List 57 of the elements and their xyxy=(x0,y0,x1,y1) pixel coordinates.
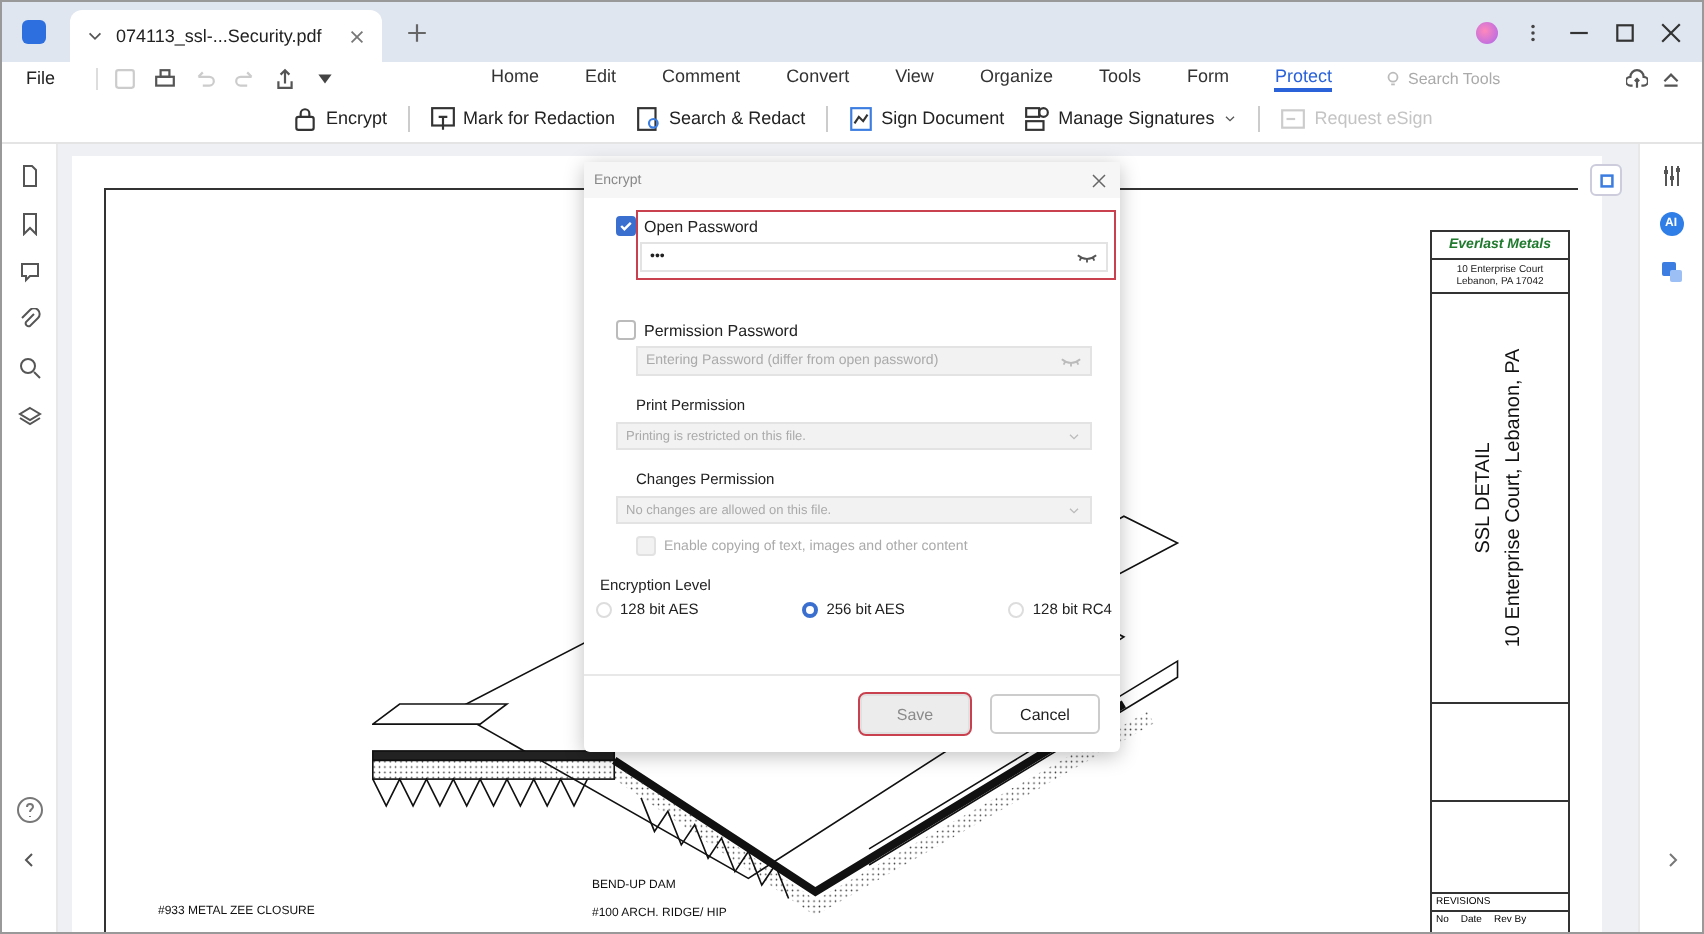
cloud-upload-icon[interactable] xyxy=(1626,67,1648,89)
paperclip-icon[interactable] xyxy=(17,308,41,332)
share-icon[interactable] xyxy=(273,67,296,89)
redact-icon xyxy=(429,105,456,131)
caret-icon xyxy=(1066,428,1082,444)
comment-icon[interactable] xyxy=(17,260,41,284)
bookmark-icon[interactable] xyxy=(17,212,41,236)
menu-tab[interactable]: Home xyxy=(491,64,540,92)
page-icon[interactable] xyxy=(17,164,41,188)
menu-tab[interactable]: Protect xyxy=(1274,64,1332,92)
menu-tab[interactable]: Edit xyxy=(585,64,617,92)
fit-page-button[interactable] xyxy=(1590,164,1622,196)
toolbar-button[interactable]: Sign Document xyxy=(847,101,1005,135)
toolbar-button[interactable]: Encrypt xyxy=(292,101,388,135)
layers-icon[interactable] xyxy=(17,404,41,428)
close-icon[interactable] xyxy=(1660,21,1682,43)
drawing-title: SSL DETAIL xyxy=(1474,442,1496,554)
signatures-icon xyxy=(1024,105,1051,131)
close-icon[interactable] xyxy=(348,27,366,45)
esign-icon xyxy=(1280,105,1307,131)
checkbox[interactable] xyxy=(616,320,636,340)
help-icon[interactable] xyxy=(15,796,43,824)
lock-icon xyxy=(292,105,318,131)
dialog-button[interactable]: Cancel xyxy=(990,694,1100,734)
close-icon[interactable] xyxy=(1090,171,1108,189)
menu-tab[interactable]: Convert xyxy=(786,64,850,92)
checkbox[interactable] xyxy=(616,216,636,236)
menu-tab[interactable]: Organize xyxy=(979,64,1053,92)
new-tab-icon[interactable] xyxy=(406,21,428,43)
checkbox-label: Permission Password xyxy=(644,321,798,339)
menu-tab[interactable]: View xyxy=(895,64,934,92)
document-tab[interactable]: 074113_ssl-...Security.pdf xyxy=(70,10,382,62)
checkbox-label: Open Password xyxy=(644,217,758,235)
drawing-subtitle: 10 Enterprise Court, Lebanon, PA xyxy=(1504,348,1526,648)
print-icon[interactable] xyxy=(153,67,176,89)
maximize-icon[interactable] xyxy=(1614,21,1636,43)
menu-tab[interactable]: Tools xyxy=(1098,64,1141,92)
file-menu[interactable]: File xyxy=(26,68,56,88)
sliders-icon[interactable] xyxy=(1659,164,1683,188)
search-icon xyxy=(635,105,662,131)
toolbar-button[interactable]: Search & Redact xyxy=(635,101,806,135)
lightbulb-icon xyxy=(1384,69,1402,87)
signature-icon xyxy=(847,105,874,131)
search-icon[interactable] xyxy=(17,356,41,380)
tab-title: 074113_ssl-...Security.pdf xyxy=(116,26,324,46)
menu-tab[interactable]: Form xyxy=(1186,64,1229,92)
fit-page-icon xyxy=(1597,171,1615,189)
chevron-down-icon[interactable] xyxy=(86,27,104,45)
caret-icon xyxy=(1066,502,1082,518)
toolbar-button[interactable]: Mark for Redaction xyxy=(429,101,616,135)
search-tools-label: Search Tools xyxy=(1408,69,1501,87)
caret-icon xyxy=(1222,110,1239,126)
radio-button[interactable] xyxy=(802,601,819,617)
toolbar-button[interactable]: Manage Signatures xyxy=(1024,101,1239,135)
app-logo-icon[interactable] xyxy=(22,20,46,44)
menu-tab[interactable]: Comment xyxy=(662,64,741,92)
translate-icon[interactable] xyxy=(1659,260,1683,284)
